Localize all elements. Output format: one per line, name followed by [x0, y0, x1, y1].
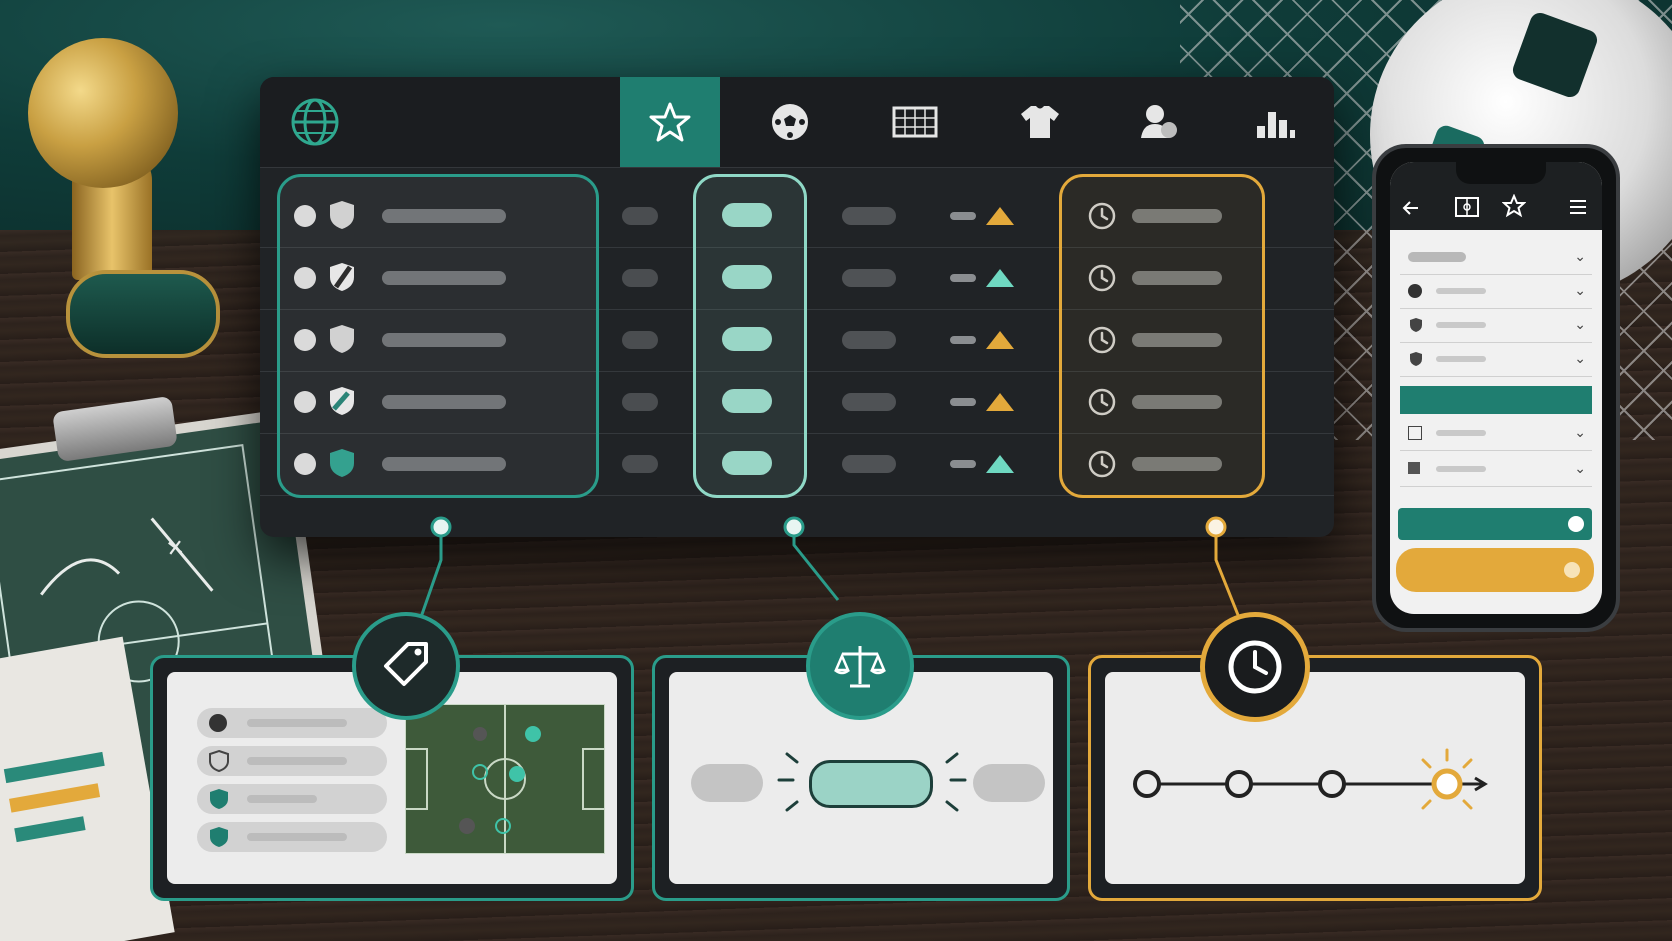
chevron-down-icon: ⌄ [1574, 248, 1586, 264]
phone-list-item[interactable]: ⌄ [1400, 342, 1592, 377]
clock-badge [1200, 612, 1310, 722]
chevron-down-icon: ⌄ [1574, 316, 1586, 332]
phone-list-item[interactable]: ⌄ [1400, 308, 1592, 343]
button-icon [1564, 562, 1580, 578]
timeline-card [1088, 655, 1542, 901]
toggle-knob [1568, 516, 1584, 532]
tag-icon [384, 642, 428, 686]
clock-icon [1228, 640, 1282, 694]
chevron-down-icon: ⌄ [1574, 424, 1586, 440]
shield-icon [209, 749, 229, 773]
phone-list-item[interactable]: ⌄ [1400, 416, 1592, 451]
back-arrow-icon[interactable] [1400, 198, 1422, 218]
chevron-down-icon: ⌄ [1574, 350, 1586, 366]
pitch-diagram [405, 704, 605, 854]
chevron-down-icon: ⌄ [1574, 282, 1586, 298]
phone-action-button[interactable] [1396, 548, 1594, 592]
phone-toggle-bar[interactable] [1398, 508, 1592, 540]
shield-icon [1410, 352, 1422, 366]
mobile-phone: ⌄ ⌄ ⌄ ⌄ ⌄ ⌄ [1372, 144, 1620, 632]
pitch-icon[interactable] [1454, 196, 1480, 218]
phone-list-item[interactable]: ⌄ [1400, 274, 1592, 309]
phone-section-header [1400, 386, 1592, 414]
phone-list-item[interactable]: ⌄ [1400, 240, 1592, 275]
star-icon[interactable] [1502, 194, 1526, 218]
timeline-card-body [1105, 672, 1525, 884]
phone-notch [1456, 162, 1546, 184]
shield-icon [1410, 318, 1422, 332]
timeline-track [1133, 748, 1488, 810]
scale-badge [806, 612, 914, 720]
emphasis-lines [777, 752, 967, 812]
chevron-down-icon: ⌄ [1574, 460, 1586, 476]
shield-icon [210, 789, 228, 809]
tag-badge [352, 612, 460, 720]
phone-list-item[interactable]: ⌄ [1400, 452, 1592, 487]
scale-icon [834, 646, 886, 688]
shield-icon [210, 827, 228, 847]
menu-icon[interactable] [1568, 198, 1588, 216]
phone-screen: ⌄ ⌄ ⌄ ⌄ ⌄ ⌄ [1390, 162, 1602, 614]
phone-top-bar [1390, 162, 1602, 230]
